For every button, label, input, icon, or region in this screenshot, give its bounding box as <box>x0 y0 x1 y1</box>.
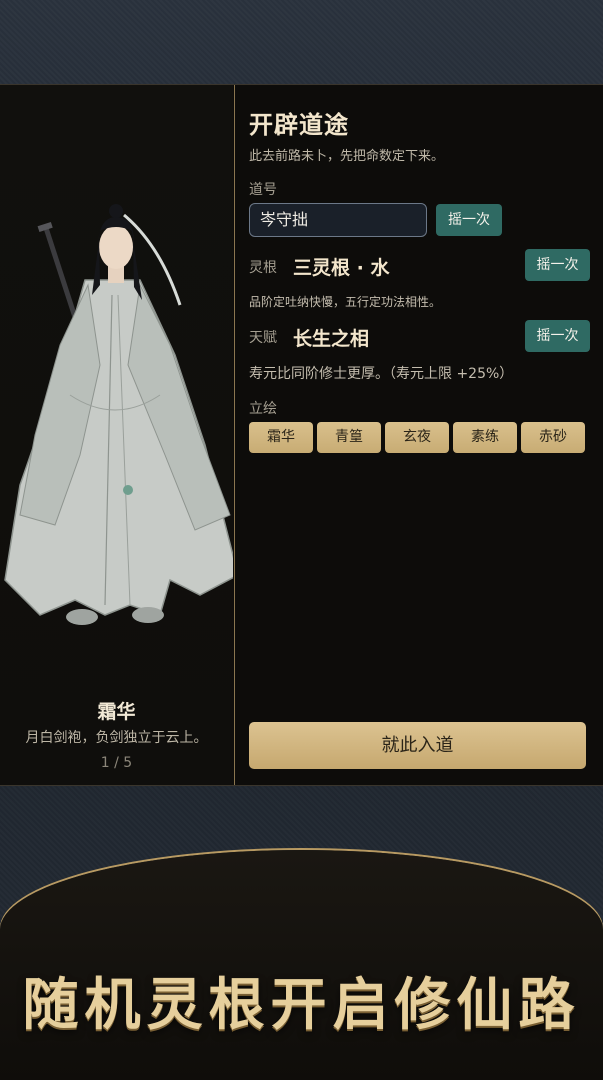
enter-dao-button[interactable]: 就此入道 <box>249 722 586 769</box>
form-subtitle: 此去前路未卜，先把命数定下来。 <box>249 149 445 164</box>
portrait-label: 立绘 <box>249 401 277 417</box>
reroll-spirit-root-button[interactable]: 摇一次 <box>525 249 590 281</box>
talent-value: 长生之相 <box>293 328 370 350</box>
spirit-root-value: 三灵根 · 水 <box>293 257 390 279</box>
spirit-root-note: 品阶定吐纳快慢，五行定功法相性。 <box>249 295 442 309</box>
portrait-option-qinghuang[interactable]: 青篁 <box>317 422 381 453</box>
character-description: 月白剑袍，负剑独立于云上。 <box>25 730 208 746</box>
dao-name-label: 道号 <box>249 182 277 198</box>
portrait-option-shuanghua[interactable]: 霜华 <box>249 422 313 453</box>
reroll-talent-button[interactable]: 摇一次 <box>525 320 590 352</box>
portrait-page-indicator: 1 / 5 <box>100 755 133 771</box>
spirit-root-label: 灵根 <box>249 260 277 276</box>
promo-slogan: 随机灵根开启修仙路 <box>22 972 581 1038</box>
character-portrait <box>4 204 233 625</box>
portrait-option-xuanye[interactable]: 玄夜 <box>385 422 449 453</box>
portrait-option-chisha[interactable]: 赤砂 <box>521 422 585 453</box>
portrait-options: 霜华 青篁 玄夜 素练 赤砂 <box>249 422 585 453</box>
character-creation-panel: 霜华 月白剑袍，负剑独立于云上。 1 / 5 开辟道途 此去前路未卜，先把命数定… <box>0 84 603 786</box>
portrait-option-sulian[interactable]: 素练 <box>453 422 517 453</box>
talent-note: 寿元比同阶修士更厚。（寿元上限 +25%） <box>249 366 514 382</box>
dao-name-input[interactable]: 岑守拙 <box>249 203 427 237</box>
form-title: 开辟道途 <box>249 111 349 139</box>
creation-form: 开辟道途 此去前路未卜，先把命数定下来。 道号 岑守拙 摇一次 灵根 三灵根 ·… <box>235 85 603 785</box>
reroll-dao-name-button[interactable]: 摇一次 <box>436 204 502 236</box>
character-preview: 霜华 月白剑袍，负剑独立于云上。 1 / 5 <box>0 85 233 785</box>
character-name: 霜华 <box>97 701 136 723</box>
talent-label: 天赋 <box>249 330 277 346</box>
